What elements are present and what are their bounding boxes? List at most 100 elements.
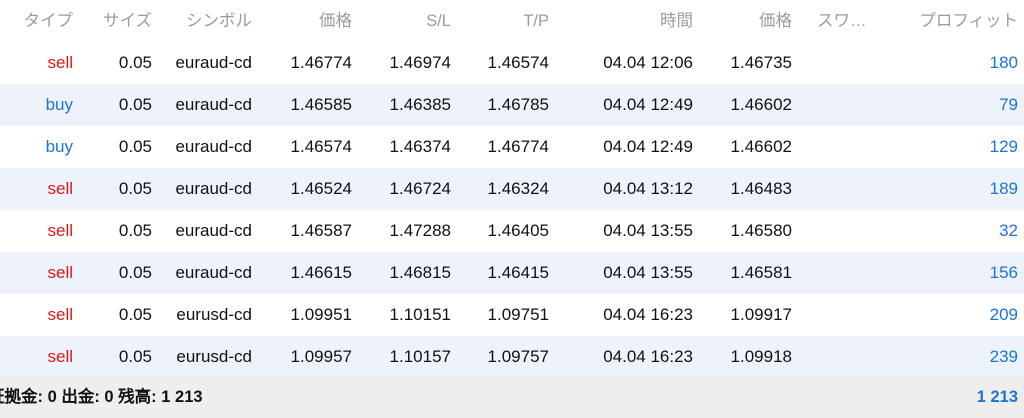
profit-cell: 209	[989, 305, 1018, 324]
type-cell: sell	[47, 179, 73, 198]
tp-cell: 1.09757	[487, 347, 549, 366]
table-row[interactable]: sell 0.05 euraud-cd 1.46615 1.46815 1.46…	[0, 252, 1024, 294]
symbol-cell: euraud-cd	[175, 263, 252, 282]
time-cell: 04.04 16:23	[603, 305, 693, 324]
size-cell: 0.05	[118, 179, 152, 198]
sl-cell: 1.46724	[389, 179, 451, 198]
swap-cell	[800, 168, 890, 210]
current-price-cell: 1.09917	[730, 305, 792, 324]
profit-cell: 189	[989, 179, 1018, 198]
time-cell: 04.04 12:06	[603, 53, 693, 72]
tp-cell: 1.09751	[487, 305, 549, 324]
swap-cell	[800, 84, 890, 126]
time-cell: 04.04 13:12	[603, 179, 693, 198]
sl-cell: 1.10157	[389, 347, 451, 366]
price-cell: 1.46615	[290, 263, 352, 282]
price-cell: 1.46774	[290, 53, 352, 72]
swap-cell	[800, 336, 890, 378]
account-summary-text: 証拠金: 0 出金: 0 残高: 1 213	[0, 388, 203, 406]
table-row[interactable]: sell 0.05 eurusd-cd 1.09957 1.10157 1.09…	[0, 336, 1024, 378]
current-price-cell: 1.46581	[730, 263, 792, 282]
column-header-sl[interactable]: S/L	[360, 0, 451, 42]
column-header-time[interactable]: 時間	[560, 0, 693, 42]
column-header-current-price[interactable]: 価格	[700, 0, 792, 42]
table-header: タイプ サイズ シンボル 価格 S/L T/P 時間 価格 スワ… プロフィット	[0, 0, 1024, 42]
column-header-swap[interactable]: スワ…	[800, 0, 890, 42]
profit-cell: 32	[999, 221, 1018, 240]
type-cell: buy	[45, 95, 73, 114]
table-row[interactable]: sell 0.05 euraud-cd 1.46587 1.47288 1.46…	[0, 210, 1024, 252]
sl-cell: 1.46385	[389, 95, 451, 114]
price-cell: 1.46587	[290, 221, 352, 240]
symbol-cell: euraud-cd	[175, 53, 252, 72]
profit-cell: 129	[989, 137, 1018, 156]
tp-cell: 1.46574	[487, 53, 549, 72]
time-cell: 04.04 13:55	[603, 263, 693, 282]
tp-cell: 1.46774	[487, 137, 549, 156]
column-header-symbol[interactable]: シンボル	[160, 0, 252, 42]
time-cell: 04.04 16:23	[603, 347, 693, 366]
profit-cell: 156	[989, 263, 1018, 282]
tp-cell: 1.46324	[487, 179, 549, 198]
swap-cell	[800, 252, 890, 294]
profit-cell: 239	[989, 347, 1018, 366]
table-row[interactable]: sell 0.05 euraud-cd 1.46774 1.46974 1.46…	[0, 42, 1024, 84]
account-summary-bar: 証拠金: 0 出金: 0 残高: 1 213 1 213	[0, 376, 1024, 418]
current-price-cell: 1.46580	[730, 221, 792, 240]
type-cell: buy	[45, 137, 73, 156]
tp-cell: 1.46405	[487, 221, 549, 240]
symbol-cell: euraud-cd	[175, 179, 252, 198]
size-cell: 0.05	[118, 305, 152, 324]
column-header-price[interactable]: 価格	[260, 0, 352, 42]
tp-cell: 1.46415	[487, 263, 549, 282]
total-profit: 1 213	[976, 388, 1018, 406]
current-price-cell: 1.46483	[730, 179, 792, 198]
swap-cell	[800, 126, 890, 168]
time-cell: 04.04 12:49	[603, 137, 693, 156]
price-cell: 1.46524	[290, 179, 352, 198]
symbol-cell: euraud-cd	[175, 137, 252, 156]
sl-cell: 1.46374	[389, 137, 451, 156]
price-cell: 1.09951	[290, 305, 352, 324]
sl-cell: 1.10151	[389, 305, 451, 324]
sl-cell: 1.47288	[389, 221, 451, 240]
type-cell: sell	[47, 305, 73, 324]
table-row[interactable]: buy 0.05 euraud-cd 1.46574 1.46374 1.467…	[0, 126, 1024, 168]
column-header-type[interactable]: タイプ	[0, 0, 74, 42]
size-cell: 0.05	[118, 263, 152, 282]
profit-cell: 79	[999, 95, 1018, 114]
size-cell: 0.05	[118, 347, 152, 366]
size-cell: 0.05	[118, 53, 152, 72]
type-cell: sell	[47, 347, 73, 366]
type-cell: sell	[47, 263, 73, 282]
column-header-size[interactable]: サイズ	[80, 0, 152, 42]
table-row[interactable]: sell 0.05 eurusd-cd 1.09951 1.10151 1.09…	[0, 294, 1024, 336]
tp-cell: 1.46785	[487, 95, 549, 114]
price-cell: 1.09957	[290, 347, 352, 366]
size-cell: 0.05	[118, 95, 152, 114]
current-price-cell: 1.46602	[730, 95, 792, 114]
current-price-cell: 1.46602	[730, 137, 792, 156]
type-cell: sell	[47, 53, 73, 72]
profit-cell: 180	[989, 53, 1018, 72]
column-header-profit[interactable]: プロフィット	[880, 0, 1018, 42]
table-row[interactable]: buy 0.05 euraud-cd 1.46585 1.46385 1.467…	[0, 84, 1024, 126]
current-price-cell: 1.46735	[730, 53, 792, 72]
size-cell: 0.05	[118, 221, 152, 240]
price-cell: 1.46585	[290, 95, 352, 114]
swap-cell	[800, 42, 890, 84]
size-cell: 0.05	[118, 137, 152, 156]
positions-table: タイプ サイズ シンボル 価格 S/L T/P 時間 価格 スワ… プロフィット…	[0, 0, 1024, 418]
sl-cell: 1.46815	[389, 263, 451, 282]
swap-cell	[800, 210, 890, 252]
price-cell: 1.46574	[290, 137, 352, 156]
symbol-cell: euraud-cd	[175, 221, 252, 240]
symbol-cell: eurusd-cd	[176, 347, 252, 366]
column-header-tp[interactable]: T/P	[460, 0, 549, 42]
sl-cell: 1.46974	[389, 53, 451, 72]
table-row[interactable]: sell 0.05 euraud-cd 1.46524 1.46724 1.46…	[0, 168, 1024, 210]
symbol-cell: eurusd-cd	[176, 305, 252, 324]
symbol-cell: euraud-cd	[175, 95, 252, 114]
swap-cell	[800, 294, 890, 336]
current-price-cell: 1.09918	[730, 347, 792, 366]
